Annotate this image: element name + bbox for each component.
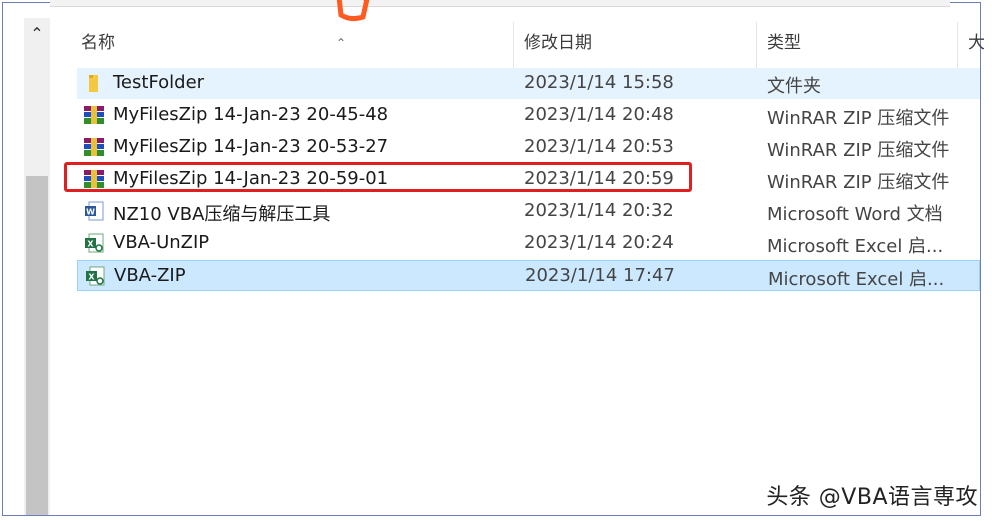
file-row[interactable]: TestFolder 2023/1/14 15:58 文件夹 (77, 68, 980, 99)
file-name: VBA-ZIP (114, 265, 186, 286)
file-row[interactable]: W NZ10 VBA压缩与解压工具 2023/1/14 20:32 Micros… (77, 196, 980, 227)
file-name: MyFilesZip 14-Jan-23 20-45-48 (113, 104, 389, 125)
file-type: 文件夹 (767, 76, 821, 97)
file-name: NZ10 VBA压缩与解压工具 (113, 204, 331, 225)
excel-macro-icon: X (83, 232, 105, 254)
file-row-selected[interactable]: X VBA-ZIP 2023/1/14 17:47 Microsoft Exce… (77, 260, 980, 291)
winrar-zip-icon (83, 136, 105, 158)
vertical-scrollbar[interactable]: ⌃ (24, 18, 50, 515)
toolbar-edge (50, 0, 950, 7)
word-doc-icon: W (83, 200, 105, 222)
file-type: Microsoft Excel 启... (767, 236, 944, 257)
file-type: WinRAR ZIP 压缩文件 (767, 108, 950, 129)
column-header-size[interactable]: 大 (968, 28, 985, 53)
file-name: MyFilesZip 14-Jan-23 20-53-27 (113, 136, 389, 157)
column-header-bar: ⌃ 名称 修改日期 类型 大 (50, 22, 985, 80)
file-type: Microsoft Excel 启... (768, 269, 945, 290)
file-date: 2023/1/14 20:53 (524, 136, 674, 157)
winrar-zip-icon (83, 104, 105, 126)
file-type: WinRAR ZIP 压缩文件 (767, 172, 950, 193)
column-header-name[interactable]: 名称 (81, 28, 115, 53)
file-date: 2023/1/14 20:32 (524, 200, 674, 221)
file-type: Microsoft Word 文档 (767, 204, 943, 225)
file-name: TestFolder (113, 72, 205, 93)
file-name: VBA-UnZIP (113, 232, 210, 253)
excel-macro-icon: X (84, 265, 106, 287)
file-date: 2023/1/14 20:24 (524, 232, 674, 253)
watermark: 头条 @VBA语言専攻 (766, 485, 978, 510)
file-date: 2023/1/14 15:58 (524, 72, 674, 93)
svg-text:X: X (88, 273, 95, 282)
file-date: 2023/1/14 17:47 (525, 265, 675, 286)
folder-icon (83, 72, 105, 94)
column-header-date[interactable]: 修改日期 (524, 28, 592, 53)
column-header-type[interactable]: 类型 (767, 28, 801, 53)
highlight-box (64, 162, 692, 192)
sort-ascending-icon: ⌃ (336, 36, 347, 50)
file-row[interactable]: MyFilesZip 14-Jan-23 20-53-27 2023/1/14 … (77, 132, 980, 163)
scroll-thumb[interactable] (26, 176, 48, 515)
file-date: 2023/1/14 20:48 (524, 104, 674, 125)
svg-text:X: X (87, 240, 94, 249)
scroll-up-icon[interactable]: ⌃ (24, 18, 50, 48)
file-type: WinRAR ZIP 压缩文件 (767, 140, 950, 161)
svg-text:W: W (86, 208, 95, 217)
file-row[interactable]: X VBA-UnZIP 2023/1/14 20:24 Microsoft Ex… (77, 228, 980, 259)
file-row[interactable]: MyFilesZip 14-Jan-23 20-45-48 2023/1/14 … (77, 100, 980, 131)
